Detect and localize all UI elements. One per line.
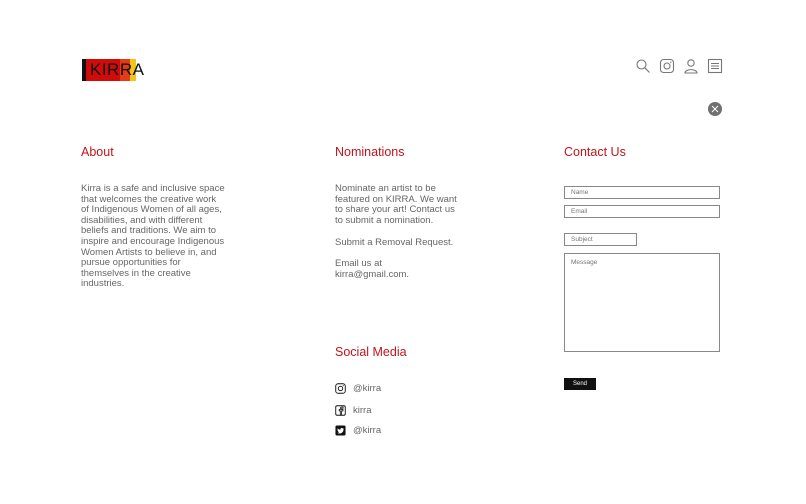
social-label: @kirra — [353, 425, 382, 436]
header-icons — [635, 58, 723, 74]
facebook-icon — [335, 405, 346, 416]
social-item-instagram[interactable]: @kirra — [335, 383, 381, 394]
social-item-twitter[interactable]: @kirra — [335, 425, 381, 436]
about-title: About — [81, 145, 114, 159]
instagram-icon — [335, 383, 346, 394]
subject-field[interactable] — [564, 233, 637, 246]
social-label: @kirra — [353, 383, 382, 394]
logo-text: KIRRA — [90, 60, 145, 79]
social-label: kirra — [353, 405, 372, 416]
message-field[interactable] — [564, 253, 720, 352]
twitter-icon — [335, 425, 346, 436]
removal-request-link[interactable]: Submit a Removal Request. — [335, 237, 475, 249]
kirra-logo[interactable]: KIRRA — [82, 59, 154, 81]
instagram-icon[interactable] — [659, 58, 675, 74]
user-icon[interactable] — [683, 58, 699, 74]
email-field[interactable] — [564, 205, 720, 218]
nominations-title: Nominations — [335, 145, 405, 159]
about-text: Kirra is a safe and inclusive space that… — [81, 183, 225, 290]
contact-title: Contact Us — [564, 145, 626, 159]
close-icon — [711, 105, 719, 113]
search-icon[interactable] — [635, 58, 651, 74]
close-button[interactable] — [708, 102, 722, 116]
contact-email-text[interactable]: Email us at kirra@gmail.com. — [335, 258, 475, 280]
menu-icon[interactable] — [707, 58, 723, 74]
name-field[interactable] — [564, 186, 720, 199]
social-media-title: Social Media — [335, 345, 407, 359]
social-item-facebook[interactable]: kirra — [335, 405, 371, 416]
nominations-text: Nominate an artist to be featured on KIR… — [335, 183, 457, 226]
send-button[interactable]: Send — [564, 378, 596, 390]
